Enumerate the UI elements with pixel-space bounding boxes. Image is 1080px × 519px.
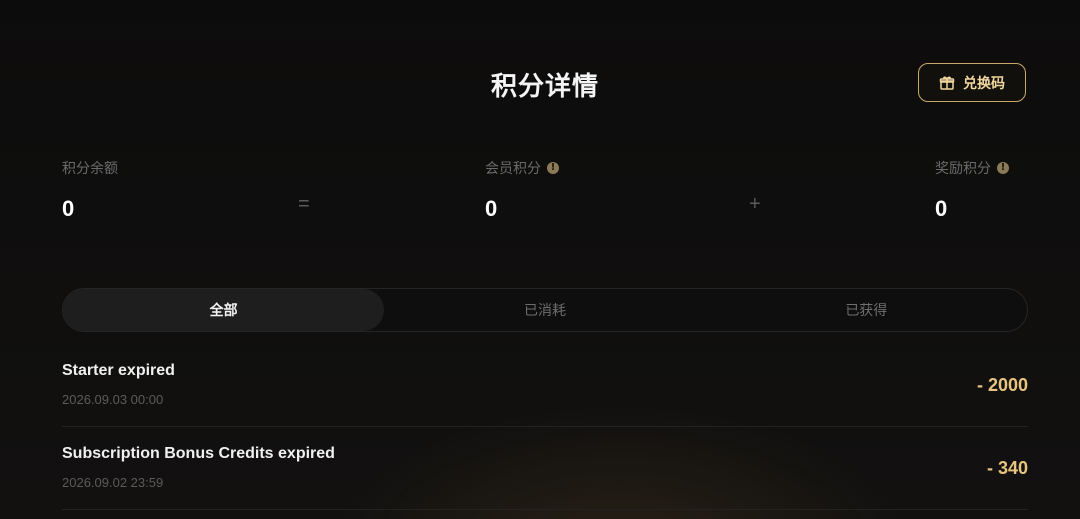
balance-stat: 积分余额 0 (62, 158, 118, 222)
filter-tabs: 全部 已消耗 已获得 (62, 288, 1028, 332)
redeem-code-label: 兑换码 (963, 74, 1005, 91)
credit-records-list: Starter expired 2026.09.03 00:00 - 2000 … (62, 344, 1028, 510)
list-item: Subscription Bonus Credits expired 2026.… (62, 427, 1028, 510)
member-label: 会员积分 (485, 160, 541, 176)
info-icon[interactable]: ! (997, 162, 1009, 174)
record-time: 2026.09.03 00:00 (62, 392, 164, 407)
tab-consumed[interactable]: 已消耗 (384, 289, 705, 331)
info-icon[interactable]: ! (547, 162, 559, 174)
record-time: 2026.09.02 23:59 (62, 475, 164, 490)
bonus-label: 奖励积分 (935, 160, 991, 176)
bonus-stat: 奖励积分 ! 0 (935, 158, 1009, 222)
gift-icon (939, 75, 955, 91)
member-value: 0 (485, 196, 498, 221)
tab-earned[interactable]: 已获得 (706, 289, 1027, 331)
tab-all[interactable]: 全部 (63, 289, 385, 331)
equals-sign: = (298, 193, 310, 215)
list-item: Starter expired 2026.09.03 00:00 - 2000 (62, 344, 1028, 427)
record-amount: - 2000 (976, 375, 1028, 395)
redeem-code-button[interactable]: 兑换码 (918, 63, 1026, 102)
balance-value: 0 (62, 196, 75, 221)
record-title: Subscription Bonus Credits expired (62, 445, 335, 462)
record-amount: - 340 (986, 458, 1028, 478)
plus-sign: + (749, 193, 761, 215)
balance-label: 积分余额 (62, 160, 118, 176)
bonus-value: 0 (935, 196, 948, 221)
member-stat: 会员积分 ! 0 (485, 158, 559, 222)
record-title: Starter expired (62, 362, 175, 379)
